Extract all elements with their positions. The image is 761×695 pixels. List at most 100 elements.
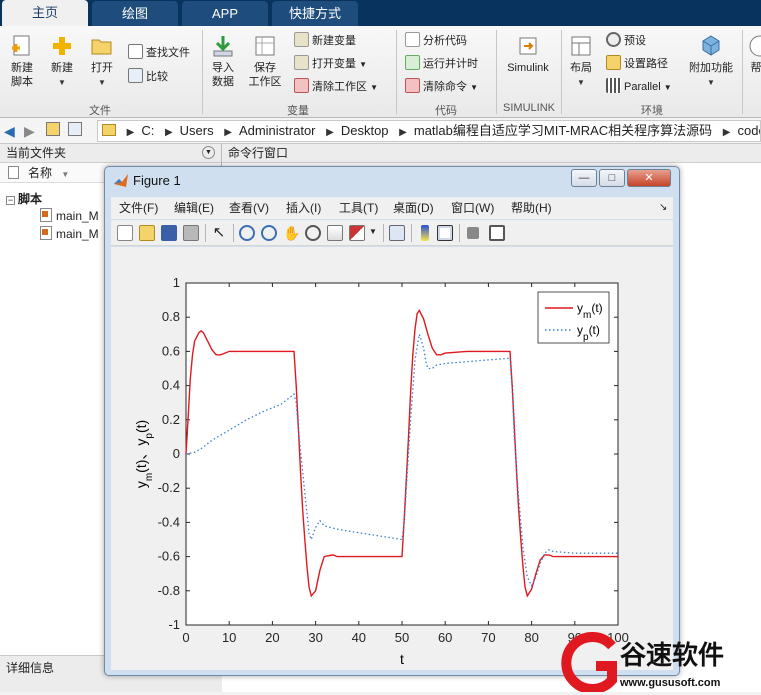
set-path-button[interactable]: 设置路径 <box>606 55 668 73</box>
line-chart: 0102030405060708090100-1-0.8-0.6-0.4-0.2… <box>111 247 673 670</box>
script-group-node[interactable]: −脚本 <box>6 190 42 207</box>
open-variable-icon <box>294 55 309 70</box>
show-plot-tools-icon[interactable] <box>489 225 505 241</box>
clear-workspace-button[interactable]: 清除工作区 ▼ <box>294 78 378 96</box>
menu-desktop[interactable]: 桌面(D) <box>393 197 434 219</box>
x-tick-label: 20 <box>265 630 279 645</box>
import-data-button[interactable]: 导入 数据 <box>206 34 240 89</box>
breadcrumb-separator-icon: ▶ <box>127 127 135 138</box>
back-icon[interactable]: ◀ <box>4 123 15 140</box>
y-tick-label: -0.6 <box>158 549 180 564</box>
forward-icon[interactable]: ▶ <box>24 123 35 140</box>
breadcrumb-item[interactable]: matlab编程自适应学习MIT-MRAC相关程序算法源码 <box>414 123 712 138</box>
link-plot-icon[interactable] <box>389 225 405 241</box>
figure-title-bar[interactable]: Figure 1 — □ ✕ <box>105 167 679 195</box>
gear-icon <box>606 32 621 47</box>
hide-plot-tools-icon[interactable] <box>467 227 479 239</box>
addons-button[interactable]: 附加功能▼ <box>686 34 736 90</box>
x-tick-label: 40 <box>352 630 366 645</box>
open-button[interactable]: 打开▼ <box>86 34 118 90</box>
menu-edit[interactable]: 编辑(E) <box>174 197 214 219</box>
group-divider <box>742 30 743 114</box>
close-button[interactable]: ✕ <box>627 169 671 187</box>
tab-plots[interactable]: 绘图 <box>92 1 178 26</box>
minimize-button[interactable]: — <box>571 169 597 187</box>
compare-button[interactable]: 比较 <box>128 68 168 86</box>
matlab-logo-icon <box>113 173 129 189</box>
new-button[interactable]: 新建▼ <box>46 34 78 90</box>
breadcrumb-item[interactable]: Users <box>180 123 214 138</box>
y-axis-label: ym(t)、yp(t) <box>133 420 155 488</box>
menu-window[interactable]: 窗口(W) <box>451 197 494 219</box>
analyze-code-button[interactable]: 分析代码 <box>405 32 467 50</box>
y-tick-label: 0.4 <box>162 378 180 393</box>
compare-icon <box>128 68 143 83</box>
dock-arrow-icon[interactable]: ↘ <box>659 197 667 219</box>
rotate-3d-icon[interactable] <box>305 225 321 241</box>
figure-menu-bar: 文件(F) 编辑(E) 查看(V) 插入(I) 工具(T) 桌面(D) 窗口(W… <box>111 197 673 219</box>
run-and-time-button[interactable]: 运行并计时 <box>405 55 478 73</box>
new-variable-icon <box>294 32 309 47</box>
group-label-simulink: SIMULINK <box>497 102 561 114</box>
parallel-button[interactable]: Parallel ▼ <box>606 78 672 96</box>
new-script-button[interactable]: 新建 脚本 <box>4 34 40 89</box>
list-item[interactable]: main_M <box>40 208 99 223</box>
dropdown-arrow-icon: ▼ <box>359 60 367 69</box>
group-label-variable: 变量 <box>203 102 393 118</box>
menu-view[interactable]: 查看(V) <box>229 197 269 219</box>
tab-apps[interactable]: APP <box>182 1 268 26</box>
data-cursor-icon[interactable] <box>327 225 343 241</box>
folder-open-icon <box>90 34 114 58</box>
save-workspace-button[interactable]: 保存 工作区 <box>246 34 284 89</box>
help-icon <box>748 34 761 58</box>
legend-icon[interactable] <box>437 225 453 241</box>
clear-commands-button[interactable]: 清除命令 ▼ <box>405 78 478 96</box>
list-item[interactable]: main_M <box>40 226 99 241</box>
find-files-button[interactable]: 查找文件 <box>128 44 190 62</box>
menu-file[interactable]: 文件(F) <box>119 197 158 219</box>
x-tick-label: 80 <box>524 630 538 645</box>
layout-button[interactable]: 布局▼ <box>565 34 597 90</box>
collapse-icon[interactable]: − <box>6 196 15 205</box>
save-icon[interactable] <box>161 225 177 241</box>
zoom-in-icon[interactable] <box>239 225 255 241</box>
up-folder-icon[interactable] <box>46 122 60 136</box>
x-tick-label: 10 <box>222 630 236 645</box>
new-figure-icon[interactable] <box>117 225 133 241</box>
y-tick-label: 0.6 <box>162 343 180 358</box>
open-variable-button[interactable]: 打开变量 ▼ <box>294 55 367 73</box>
breadcrumb-item[interactable]: Desktop <box>341 123 389 138</box>
preferences-button[interactable]: 预设 <box>606 32 646 50</box>
y-tick-label: 1 <box>173 275 180 290</box>
dropdown-arrow-icon[interactable]: ▼ <box>369 227 377 236</box>
print-icon[interactable] <box>183 225 199 241</box>
new-variable-button[interactable]: 新建变量 <box>294 32 356 50</box>
zoom-out-icon[interactable] <box>261 225 277 241</box>
find-files-icon <box>128 44 143 59</box>
open-file-icon[interactable] <box>139 225 155 241</box>
pointer-icon[interactable]: ↖ <box>211 225 227 241</box>
menu-tools[interactable]: 工具(T) <box>339 197 378 219</box>
tab-home[interactable]: 主页 <box>2 0 88 26</box>
menu-insert[interactable]: 插入(I) <box>286 197 321 219</box>
pan-hand-icon[interactable]: ✋ <box>283 225 299 241</box>
breadcrumb-item[interactable]: code <box>738 123 761 138</box>
run-time-icon <box>405 55 420 70</box>
colorbar-icon[interactable] <box>421 225 429 241</box>
folder-icon <box>102 124 116 136</box>
breadcrumb-item[interactable]: C: <box>141 123 154 138</box>
toolbar-divider <box>411 224 412 242</box>
simulink-button[interactable]: Simulink <box>500 34 556 75</box>
panel-menu-icon[interactable]: ▼ <box>202 146 215 159</box>
dropdown-arrow-icon: ▼ <box>470 83 478 92</box>
breadcrumb[interactable]: ▶C: ▶Users ▶Administrator ▶Desktop ▶matl… <box>97 120 761 142</box>
menu-help[interactable]: 帮助(H) <box>511 197 552 219</box>
help-button[interactable]: 帮 <box>748 34 761 75</box>
maximize-button[interactable]: □ <box>599 169 625 187</box>
legend[interactable]: ym(t) yp(t) <box>538 292 609 343</box>
breadcrumb-item[interactable]: Administrator <box>239 123 316 138</box>
browse-folder-icon[interactable] <box>68 122 82 136</box>
toolbar-divider <box>233 224 234 242</box>
brush-icon[interactable] <box>349 225 365 241</box>
tab-shortcuts[interactable]: 快捷方式 <box>272 1 358 26</box>
